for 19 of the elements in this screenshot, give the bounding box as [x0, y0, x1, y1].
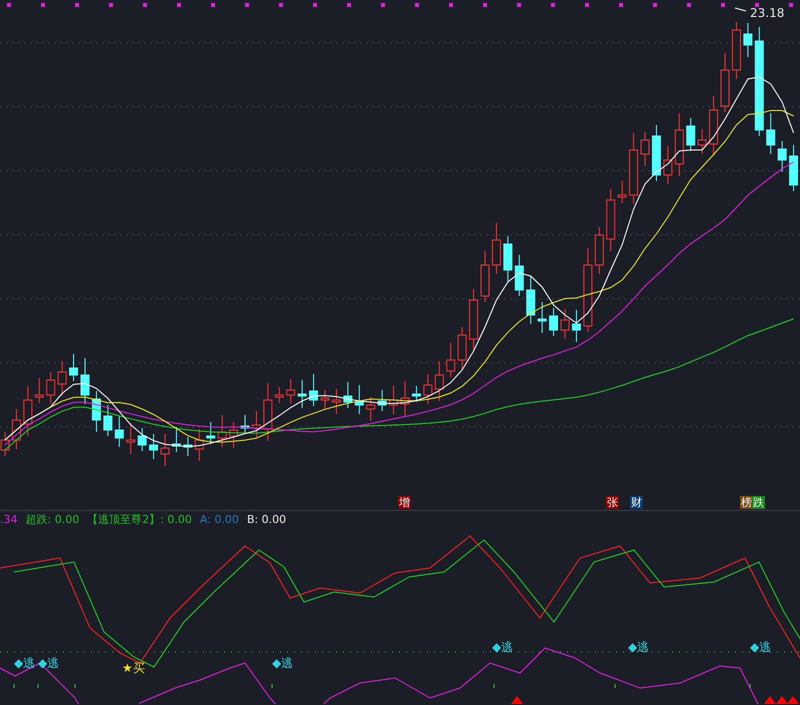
- signal-tag: 跌: [752, 496, 765, 509]
- signal-tag: 增: [398, 496, 411, 509]
- indicator-value: A: 0.00: [200, 512, 239, 526]
- indicator-value: B: 0.00: [246, 512, 286, 526]
- buy-signal: ★买: [122, 661, 145, 675]
- signal-tag: 财: [630, 496, 643, 509]
- escape-signal: ◆逃: [750, 640, 772, 654]
- high-price-label: 23.18: [750, 5, 784, 22]
- escape-signal: ◆逃: [492, 640, 514, 654]
- triangle-icon: [511, 696, 523, 704]
- signal-tag: 榜: [740, 496, 753, 509]
- indicator-value: 【逃顶至尊2】: 0.00: [87, 512, 192, 526]
- signal-tag: 张: [606, 496, 619, 509]
- indicator-value: 超跌: 0.00: [26, 512, 80, 526]
- escape-signal: ◆逃: [628, 640, 650, 654]
- escape-signal: ◆逃: [14, 656, 36, 670]
- escape-signal: ◆逃: [272, 656, 294, 670]
- indicator-value: .34: [0, 512, 18, 526]
- leader-line: [734, 8, 746, 12]
